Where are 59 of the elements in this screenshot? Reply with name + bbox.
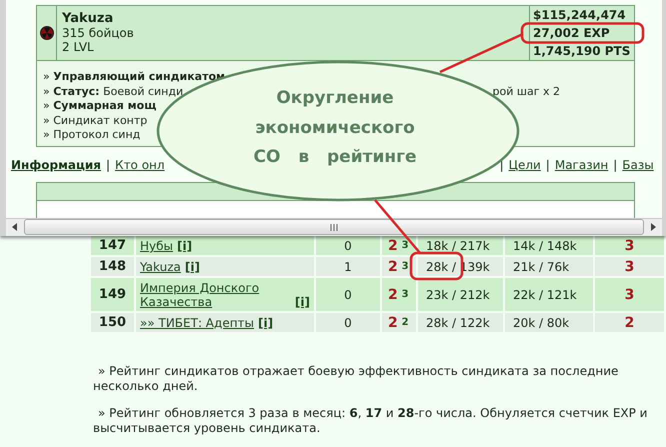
emblem-icon xyxy=(40,26,54,40)
sublevel-number: 3 xyxy=(402,260,409,274)
fighter-count: 315 бойцов xyxy=(62,26,135,40)
info-line: » Управляющий синдикатом xyxy=(43,70,226,84)
table-cell: 28k / 139k xyxy=(418,257,505,276)
table-cell: 3 xyxy=(595,257,666,276)
syndicate-link[interactable]: Yakuza xyxy=(140,260,181,274)
experience-amount: 27,002 EXP xyxy=(533,26,610,40)
money-amount: $115,244,474 xyxy=(533,8,626,22)
info-line: » Статус: Боевой синди xyxy=(43,84,184,99)
syndicate-link[interactable]: »» ТИБЕТ: Адепты xyxy=(140,316,254,330)
nav-link[interactable]: Магазин xyxy=(554,156,608,172)
leader-line xyxy=(374,199,421,254)
syndicate-link[interactable]: Нубы xyxy=(140,239,173,253)
table-cell: 3 xyxy=(595,278,666,311)
info-line: рой шаг x 2 xyxy=(492,84,560,99)
points-amount: 1,745,190 PTS xyxy=(533,44,630,58)
table-cell: 21k / 76k xyxy=(505,257,595,276)
nav-link[interactable]: Кто онл xyxy=(115,156,165,172)
rank-cell: 150 xyxy=(91,313,136,332)
table-cell: 22k / 121k xyxy=(505,278,595,311)
table-cell: 23k / 212k xyxy=(418,278,505,311)
info-link[interactable]: [i] xyxy=(177,239,192,253)
sublevel-number: 3 xyxy=(402,238,409,252)
horizontal-scrollbar[interactable] xyxy=(6,218,662,236)
nav-link[interactable]: Цели xyxy=(508,156,541,172)
sublevel-number: 3 xyxy=(402,288,409,302)
nav-link[interactable]: Информация xyxy=(11,156,101,172)
table-cell: 1 xyxy=(316,257,382,276)
clan-level: 2 LVL xyxy=(62,40,95,54)
info-link[interactable]: [i] xyxy=(184,260,200,274)
level-number: 2 xyxy=(388,316,398,330)
level-number: 2 xyxy=(388,288,398,302)
note-paragraph: » Рейтинг синдикатов отражает боевую эффективность синдиката за последние несколько дней. xyxy=(93,364,620,394)
nav-separator: | xyxy=(613,156,618,172)
table-cell: 0 xyxy=(316,313,382,332)
sublevel-number: 2 xyxy=(402,316,409,330)
info-line: » Протокол синд xyxy=(43,128,140,142)
syndicate-link[interactable]: Империя Донского Казачества xyxy=(140,281,291,309)
info-line: » Синдикат контр xyxy=(43,114,148,128)
table-cell: 28k / 122k xyxy=(418,313,505,332)
level-number: 2 xyxy=(388,260,398,274)
table-cell: 20k / 80k xyxy=(505,313,595,332)
note-paragraph: » Рейтинг обновляется 3 раза в месяц: 6, 17 и 28-го числа. Обнуляется счетчик EXP и высчитывается уровень синдиката. xyxy=(93,406,648,436)
level-number: 2 xyxy=(388,238,398,252)
nav-separator: | xyxy=(546,156,550,172)
table-cell: 2 xyxy=(595,313,666,332)
info-link[interactable]: [i] xyxy=(294,295,310,309)
table-cell: 0 xyxy=(316,278,382,311)
scrollbar-thumb[interactable] xyxy=(24,219,644,236)
highlight-frame xyxy=(410,252,464,280)
callout-text: Округление экономического СО в рейтинге xyxy=(252,87,418,169)
nav-separator: | xyxy=(106,156,110,172)
clan-name: Yakuza xyxy=(62,12,114,26)
rank-cell: 149 xyxy=(91,278,136,311)
rank-cell: 148 xyxy=(91,257,136,276)
nav-link[interactable]: Базы xyxy=(622,156,654,172)
info-line: » Суммарная мощ xyxy=(43,99,156,114)
info-link[interactable]: [i] xyxy=(258,316,274,330)
